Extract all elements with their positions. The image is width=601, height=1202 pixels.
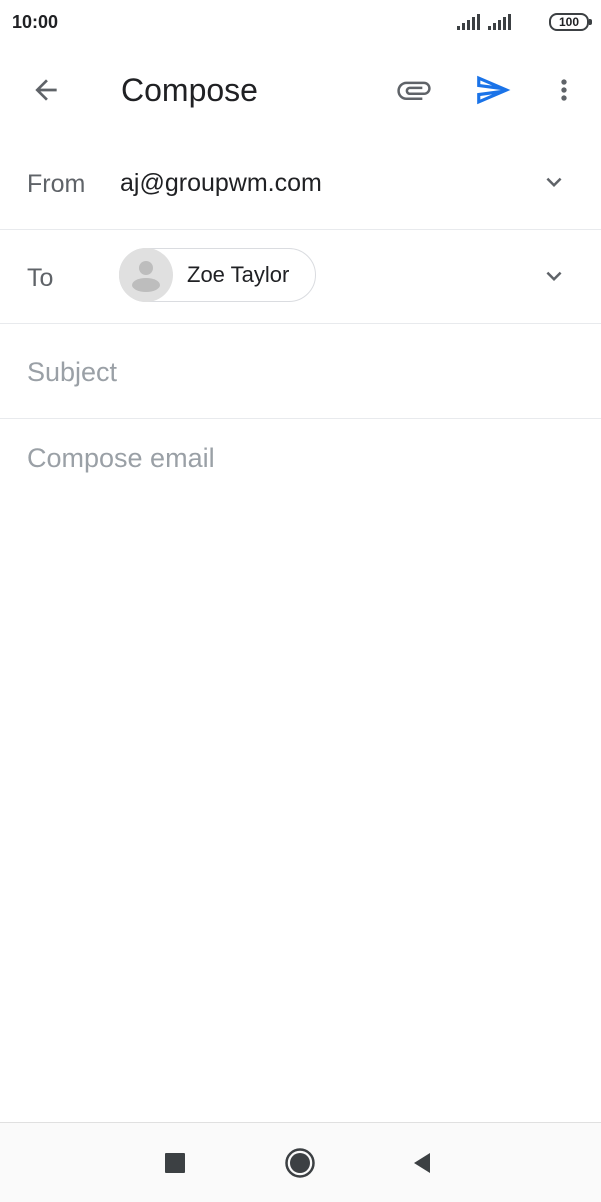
subject-input[interactable] — [27, 354, 567, 390]
avatar — [119, 248, 173, 302]
from-row: From aj@groupwm.com — [0, 136, 601, 230]
signal-icon — [488, 14, 511, 30]
square-recents-icon — [165, 1153, 185, 1173]
signal-icon — [457, 14, 480, 30]
from-dropdown-button[interactable] — [538, 166, 570, 198]
chevron-down-icon — [546, 271, 562, 281]
recipient-name: Zoe Taylor — [187, 262, 290, 287]
status-bar: 10:00 100 — [0, 0, 601, 44]
to-label: To — [27, 264, 54, 292]
from-address[interactable]: aj@groupwm.com — [120, 169, 322, 198]
send-button[interactable] — [469, 66, 517, 114]
person-icon — [132, 261, 160, 292]
send-icon — [477, 75, 511, 105]
triangle-back-icon — [414, 1153, 430, 1173]
system-nav-bar — [0, 1122, 601, 1202]
more-options-button[interactable] — [540, 66, 588, 114]
back-arrow-icon — [35, 79, 57, 101]
more-vert-icon — [561, 79, 567, 101]
page-title: Compose — [121, 72, 258, 108]
from-label: From — [27, 170, 86, 198]
status-icons: 100 — [457, 13, 592, 31]
recipient-chip[interactable]: Zoe Taylor — [119, 248, 316, 302]
circle-home-icon — [285, 1148, 315, 1178]
attach-button[interactable] — [390, 66, 438, 114]
chevron-down-icon — [546, 177, 562, 187]
home-button[interactable] — [276, 1139, 324, 1187]
body-input[interactable] — [27, 441, 577, 1081]
compose-screen: 10:00 100 Compose From aj@groupwm.com To… — [0, 0, 601, 1202]
battery-icon: 100 — [549, 13, 592, 31]
paperclip-icon — [397, 81, 431, 100]
status-time: 10:00 — [12, 11, 59, 32]
back-button[interactable] — [22, 66, 70, 114]
app-bar: Compose — [0, 44, 601, 136]
to-dropdown-button[interactable] — [538, 260, 570, 292]
recents-button[interactable] — [151, 1139, 199, 1187]
battery-level: 100 — [558, 15, 580, 29]
nav-back-button[interactable] — [398, 1139, 446, 1187]
subject-row — [0, 324, 601, 419]
to-row: To Zoe Taylor — [0, 230, 601, 324]
